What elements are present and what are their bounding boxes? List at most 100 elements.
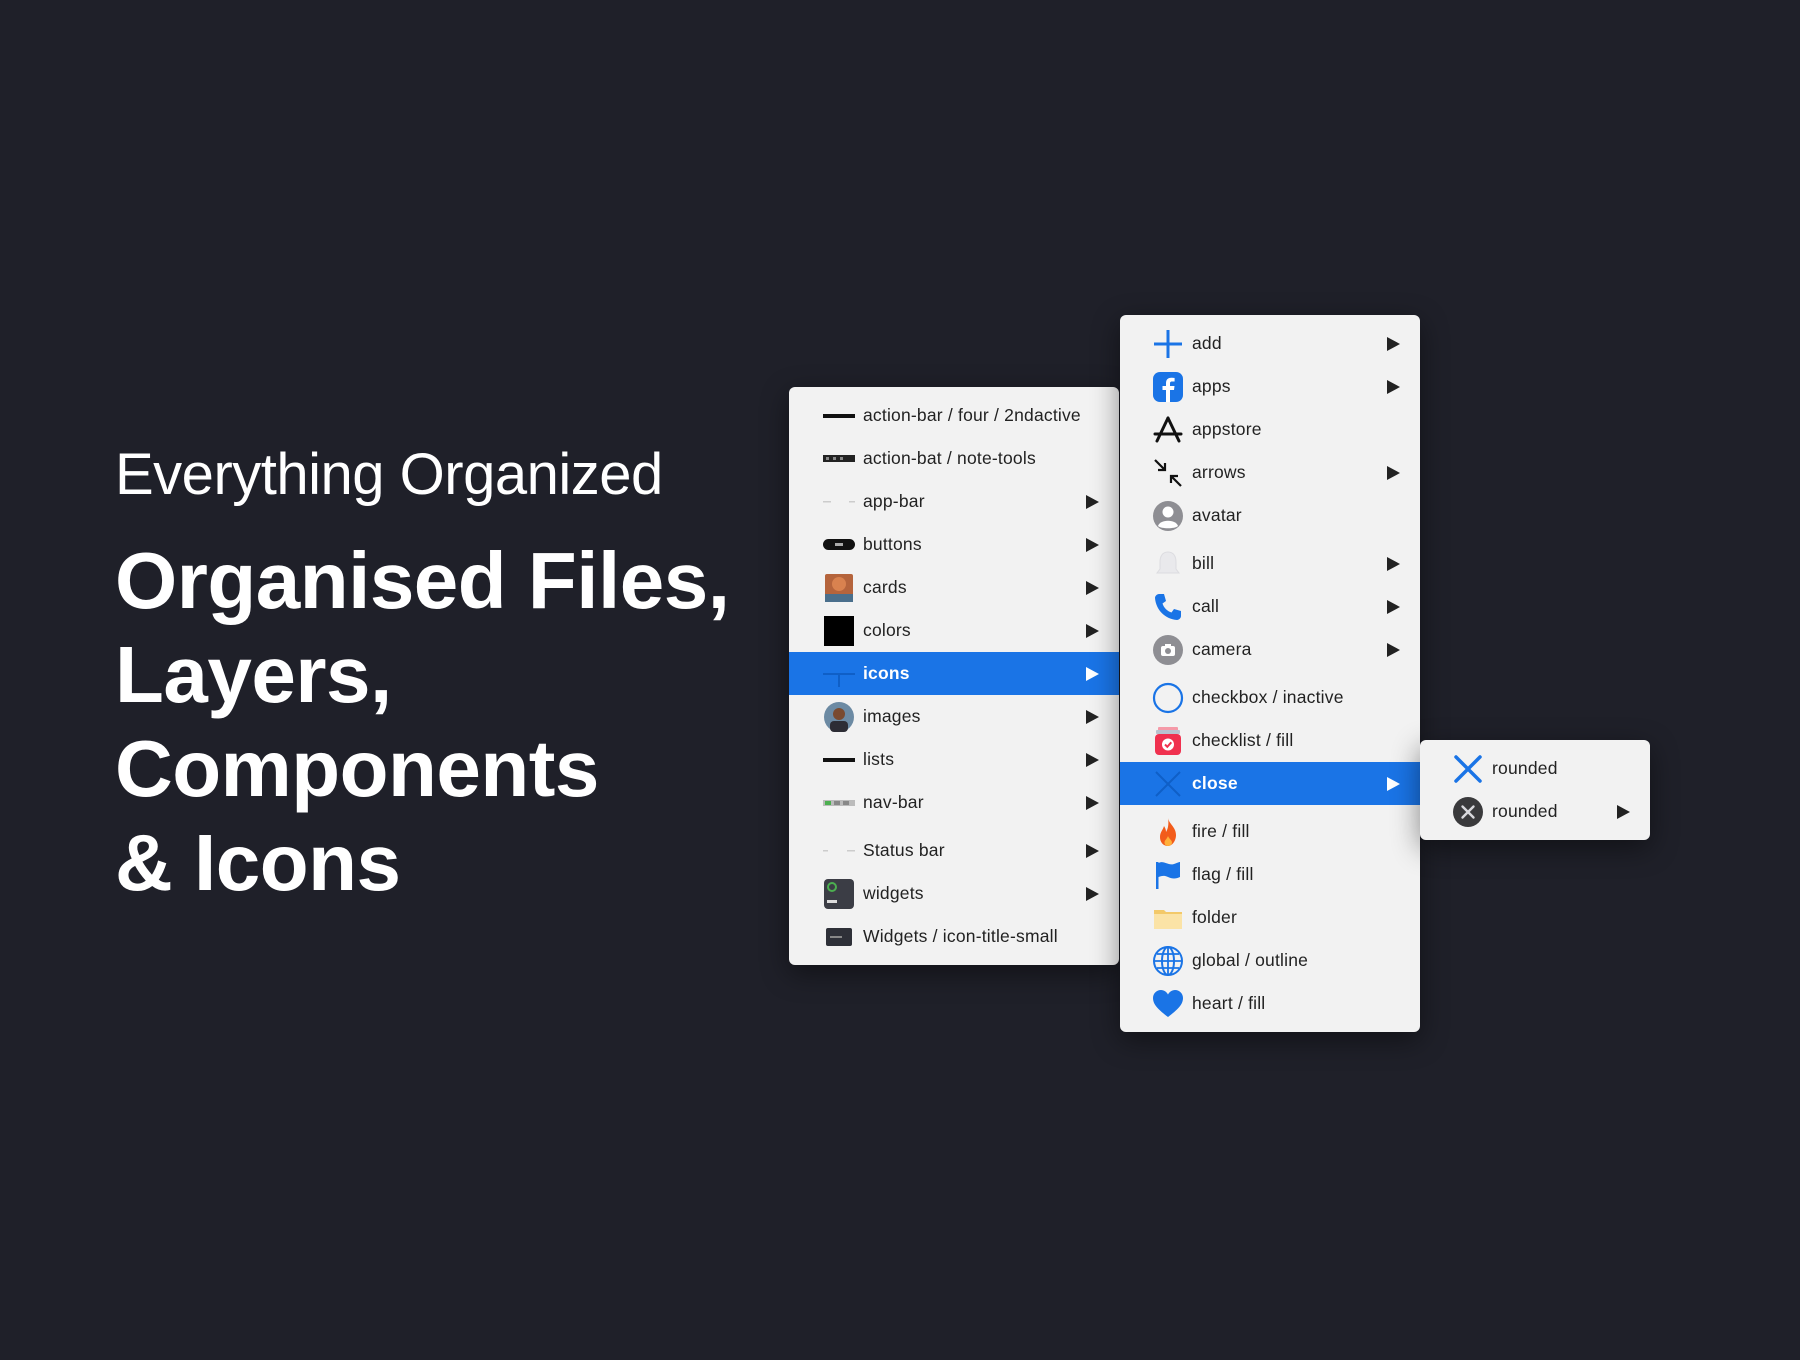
menu-item-rounded-circle[interactable]: rounded	[1420, 790, 1650, 833]
menu-item-label: flag / fill	[1192, 864, 1254, 884]
heart-icon	[1152, 988, 1184, 1020]
menu-item-label: avatar	[1192, 505, 1242, 525]
menu-item-widgets-icon-title-small[interactable]: Widgets / icon-title-small	[789, 915, 1119, 958]
menu-item-icons[interactable]: icons	[789, 652, 1119, 695]
facebook-icon	[1152, 371, 1184, 403]
submenu-arrow-icon	[1086, 886, 1099, 901]
icons-submenu: add apps appstore arrows avatar bill cal…	[1120, 315, 1420, 1032]
fire-icon	[1152, 816, 1184, 848]
menu-item-lists[interactable]: lists	[789, 738, 1119, 781]
arrows-icon	[1152, 457, 1184, 489]
menu-item-label: buttons	[863, 534, 922, 554]
nav-bar-thumb-icon	[823, 787, 855, 819]
headline-title-line: Components	[115, 724, 599, 813]
menu-item-label: rounded	[1492, 758, 1558, 778]
menu-item-label: app-bar	[863, 491, 925, 511]
menu-item-appstore[interactable]: appstore	[1120, 408, 1420, 451]
submenu-arrow-icon	[1387, 379, 1400, 394]
list-thumb-icon	[823, 744, 855, 776]
toolbar-thumb-icon	[823, 443, 855, 475]
menu-item-label: lists	[863, 749, 895, 769]
folder-icon	[1152, 902, 1184, 934]
appstore-icon	[1152, 414, 1184, 446]
submenu-arrow-icon	[1387, 556, 1400, 571]
menu-item-avatar[interactable]: avatar	[1120, 494, 1420, 537]
color-swatch-icon	[823, 615, 855, 647]
menu-item-folder[interactable]: folder	[1120, 896, 1420, 939]
menu-item-label: close	[1192, 773, 1238, 793]
menu-item-nav-bar[interactable]: nav-bar	[789, 781, 1119, 824]
menu-item-cards[interactable]: cards	[789, 566, 1119, 609]
menu-item-flag-fill[interactable]: flag / fill	[1120, 853, 1420, 896]
globe-icon	[1152, 945, 1184, 977]
submenu-arrow-icon	[1086, 580, 1099, 595]
menu-item-action-bat[interactable]: action-bat / note-tools	[789, 437, 1119, 480]
close-circle-icon	[1452, 796, 1484, 828]
submenu-arrow-icon	[1387, 776, 1400, 791]
widget-thumb-icon	[823, 878, 855, 910]
menu-item-status-bar[interactable]: Status bar	[789, 829, 1119, 872]
menu-item-label: widgets	[863, 883, 924, 903]
button-thumb-icon	[823, 529, 855, 561]
menu-item-close[interactable]: close	[1120, 762, 1420, 805]
submenu-arrow-icon	[1086, 666, 1099, 681]
headline-title-line: Organised Files,	[115, 536, 730, 625]
submenu-arrow-icon	[1086, 623, 1099, 638]
menu-item-rounded[interactable]: rounded	[1420, 747, 1650, 790]
plus-icon	[1152, 328, 1184, 360]
menu-item-images[interactable]: images	[789, 695, 1119, 738]
menu-item-global-outline[interactable]: global / outline	[1120, 939, 1420, 982]
menu-item-widgets[interactable]: widgets	[789, 872, 1119, 915]
menu-item-checkbox-inactive[interactable]: checkbox / inactive	[1120, 676, 1420, 719]
close-icon	[1152, 768, 1184, 800]
menu-item-fire-fill[interactable]: fire / fill	[1120, 810, 1420, 853]
menu-item-label: colors	[863, 620, 911, 640]
menu-item-label: apps	[1192, 376, 1231, 396]
menu-item-arrows[interactable]: arrows	[1120, 451, 1420, 494]
card-thumb-icon	[823, 572, 855, 604]
checklist-icon	[1152, 725, 1184, 757]
menu-item-add[interactable]: add	[1120, 322, 1420, 365]
menu-item-label: bill	[1192, 553, 1215, 573]
headline-title-line: Layers,	[115, 630, 392, 719]
bar-thumb-icon	[823, 400, 855, 432]
menu-item-buttons[interactable]: buttons	[789, 523, 1119, 566]
menu-item-label: global / outline	[1192, 950, 1309, 970]
menu-item-label: camera	[1192, 639, 1252, 659]
menu-item-label: folder	[1192, 907, 1237, 927]
menu-item-label: action-bar / four / 2ndactive	[863, 405, 1081, 425]
submenu-arrow-icon	[1387, 599, 1400, 614]
menu-item-action-bar[interactable]: action-bar / four / 2ndactive	[789, 394, 1119, 437]
menu-item-checklist-fill[interactable]: checklist / fill	[1120, 719, 1420, 762]
submenu-arrow-icon	[1387, 642, 1400, 657]
flag-icon	[1152, 859, 1184, 891]
menu-item-label: nav-bar	[863, 792, 924, 812]
menu-item-label: call	[1192, 596, 1220, 616]
submenu-arrow-icon	[1086, 537, 1099, 552]
menu-item-label: fire / fill	[1192, 821, 1250, 841]
submenu-arrow-icon	[1086, 843, 1099, 858]
menu-item-colors[interactable]: colors	[789, 609, 1119, 652]
submenu-arrow-icon	[1086, 709, 1099, 724]
avatar-icon	[1152, 500, 1184, 532]
phone-icon	[1152, 591, 1184, 623]
menu-item-app-bar[interactable]: app-bar	[789, 480, 1119, 523]
menu-item-label: arrows	[1192, 462, 1246, 482]
menu-item-label: action-bat / note-tools	[863, 448, 1036, 468]
menu-item-camera[interactable]: camera	[1120, 628, 1420, 671]
headline-title-line: & Icons	[115, 818, 401, 907]
menu-item-label: checklist / fill	[1192, 730, 1294, 750]
app-bar-thumb-icon	[823, 486, 855, 518]
menu-item-heart-fill[interactable]: heart / fill	[1120, 982, 1420, 1025]
menu-item-label: appstore	[1192, 419, 1262, 439]
menu-item-apps[interactable]: apps	[1120, 365, 1420, 408]
submenu-arrow-icon	[1086, 752, 1099, 767]
close-x-icon	[1452, 753, 1484, 785]
submenu-arrow-icon	[1387, 465, 1400, 480]
menu-item-label: cards	[863, 577, 907, 597]
menu-item-bill[interactable]: bill	[1120, 542, 1420, 585]
close-submenu: rounded rounded	[1420, 740, 1650, 840]
menu-item-call[interactable]: call	[1120, 585, 1420, 628]
submenu-arrow-icon	[1086, 795, 1099, 810]
checkbox-icon	[1152, 682, 1184, 714]
